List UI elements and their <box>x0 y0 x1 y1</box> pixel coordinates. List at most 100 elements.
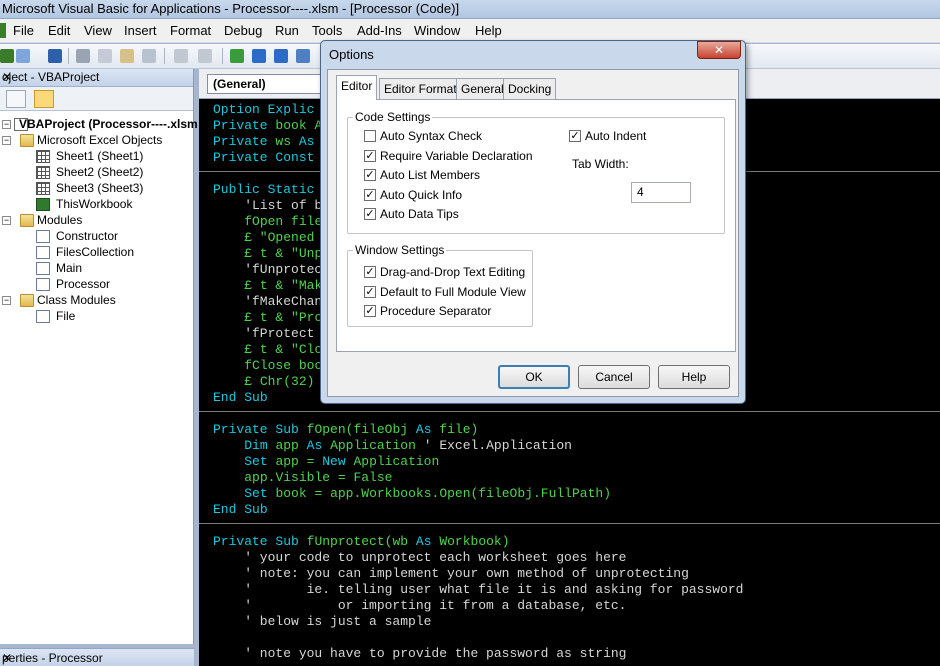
checkmark-icon: ✓ <box>364 169 376 181</box>
cut-icon[interactable] <box>76 49 90 63</box>
tab-editor[interactable]: Editor <box>336 75 378 100</box>
folder-icon <box>20 214 34 227</box>
code-line[interactable]: ' ie. telling user what file it is and a… <box>213 582 743 598</box>
code-line[interactable]: ' below is just a sample <box>213 614 431 630</box>
code-line[interactable]: ' your code to unprotect each worksheet … <box>213 550 626 566</box>
code-line[interactable]: ' note you have to provide the password … <box>213 646 626 662</box>
worksheet-icon <box>36 182 50 195</box>
code-line[interactable]: £ t & "Clo <box>213 342 322 358</box>
code-line[interactable]: Private Const <box>213 150 314 166</box>
redo-icon[interactable] <box>198 49 212 63</box>
checkbox-label: Auto Syntax Check <box>380 129 483 143</box>
menu-view[interactable]: View <box>84 23 112 38</box>
window-title: Microsoft Visual Basic for Applications … <box>2 1 460 16</box>
properties-header: perties - Processor ✕ <box>0 648 194 666</box>
collapse-icon[interactable]: − <box>2 216 11 225</box>
checkmark-icon: ✓ <box>364 286 376 298</box>
collapse-icon[interactable]: − <box>2 136 11 145</box>
menu-edit[interactable]: Edit <box>48 23 70 38</box>
menu-window[interactable]: Window <box>414 23 460 38</box>
code-line[interactable]: Private Sub fUnprotect(wb As Workbook) <box>213 534 510 550</box>
code-line[interactable]: £ "Opened <box>213 230 314 246</box>
help-button[interactable]: Help <box>658 365 730 389</box>
checkbox-label: Default to Full Module View <box>380 285 526 299</box>
code-line[interactable]: End Sub <box>213 390 268 406</box>
module-icon <box>36 278 50 291</box>
tree-folder-label: Modules <box>37 213 83 227</box>
find-icon[interactable] <box>142 49 156 63</box>
reset-icon[interactable] <box>274 49 288 63</box>
editor-tab-page: Code Settings Auto Syntax Check ✓ Require… <box>336 99 736 352</box>
menu-run[interactable]: Run <box>275 23 299 38</box>
menu-insert[interactable]: Insert <box>124 23 157 38</box>
excel-app-icon[interactable] <box>0 23 6 38</box>
tab-docking[interactable]: Docking <box>503 78 557 99</box>
checkbox-label: Auto List Members <box>380 168 481 182</box>
design-mode-icon[interactable] <box>296 49 310 63</box>
module-icon <box>36 262 50 275</box>
code-line[interactable]: Option Explic <box>213 102 314 118</box>
code-line[interactable]: Private book A <box>213 118 322 134</box>
code-line[interactable]: fClose boo <box>213 358 322 374</box>
code-line[interactable]: Public Static <box>213 182 314 198</box>
view-excel-icon[interactable] <box>0 49 14 63</box>
code-line[interactable]: 'fUnprotec <box>213 262 322 278</box>
project-explorer-header: oject - VBAProject ✕ <box>0 69 193 87</box>
worksheet-icon <box>36 166 50 179</box>
menu-file[interactable]: File <box>13 23 34 38</box>
code-line[interactable]: Set book = app.Workbooks.Open(fileObj.Fu… <box>213 486 611 502</box>
collapse-icon[interactable]: − <box>2 296 11 305</box>
break-icon[interactable] <box>252 49 266 63</box>
paste-icon[interactable] <box>120 49 134 63</box>
code-line[interactable]: £ t & "Pro <box>213 310 322 326</box>
undo-icon[interactable] <box>174 49 188 63</box>
toggle-folders-icon[interactable] <box>34 90 54 108</box>
toolbar-separator <box>164 48 165 64</box>
menu-help[interactable]: Help <box>475 23 502 38</box>
save-icon[interactable] <box>48 49 62 63</box>
code-line[interactable]: 'fMakeChan <box>213 294 322 310</box>
code-line[interactable]: £ t & "Unp <box>213 246 322 262</box>
menu-tools[interactable]: Tools <box>312 23 342 38</box>
code-line[interactable]: ' note: you can implement your own metho… <box>213 566 689 582</box>
tab-width-label: Tab Width: <box>572 157 629 171</box>
close-project-explorer-icon[interactable]: ✕ <box>2 70 190 84</box>
tab-editor-format[interactable]: Editor Format <box>379 78 462 99</box>
tab-general[interactable]: General <box>456 78 509 99</box>
tree-item-label: Sheet2 (Sheet2) <box>56 165 144 179</box>
code-line[interactable]: End Sub <box>213 502 268 518</box>
run-icon[interactable] <box>230 49 244 63</box>
procedure-separator <box>199 523 940 524</box>
cancel-button[interactable]: Cancel <box>578 365 650 389</box>
code-line[interactable]: 'List of b <box>213 198 322 214</box>
code-line[interactable]: fOpen file <box>213 214 322 230</box>
copy-icon[interactable] <box>98 49 112 63</box>
window-settings-group: Window Settings ✓ Drag-and-Drop Text Edit… <box>347 243 533 327</box>
code-line[interactable]: £ t & "Mak <box>213 278 322 294</box>
view-object-icon[interactable] <box>6 90 26 108</box>
code-line[interactable]: app.Visible = False <box>213 470 392 486</box>
code-line[interactable]: Dim app As Application ' Excel.Applicati… <box>213 438 572 454</box>
code-line[interactable]: Set app = New Application <box>213 454 439 470</box>
code-line[interactable]: Private Sub fOpen(fileObj As file) <box>213 422 478 438</box>
options-dialog: Options ✕ Editor Editor Format General D… <box>320 40 746 404</box>
code-line[interactable]: 'fProtect <box>213 326 314 342</box>
folder-icon <box>20 294 34 307</box>
checkmark-icon: ✓ <box>364 266 376 278</box>
menu-debug[interactable]: Debug <box>224 23 262 38</box>
menu-add-ins[interactable]: Add-Ins <box>357 23 402 38</box>
close-dialog-button[interactable]: ✕ <box>697 41 741 59</box>
collapse-icon[interactable]: − <box>2 120 11 129</box>
close-properties-icon[interactable]: ✕ <box>2 651 191 665</box>
tree-folder-label: Class Modules <box>37 293 116 307</box>
menu-format[interactable]: Format <box>170 23 211 38</box>
code-line[interactable]: £ Chr(32) <box>213 374 314 390</box>
tab-width-input[interactable]: 4 <box>631 182 691 203</box>
code-line[interactable]: Private ws As <box>213 134 314 150</box>
checkbox-label: Auto Quick Info <box>380 188 463 202</box>
window-title-bar: Microsoft Visual Basic for Applications … <box>0 0 940 19</box>
ok-button[interactable]: OK <box>498 365 570 389</box>
code-line[interactable]: ' or importing it from a database, etc. <box>213 598 626 614</box>
checkbox-label: Procedure Separator <box>380 304 492 318</box>
insert-userform-icon[interactable] <box>16 49 30 63</box>
